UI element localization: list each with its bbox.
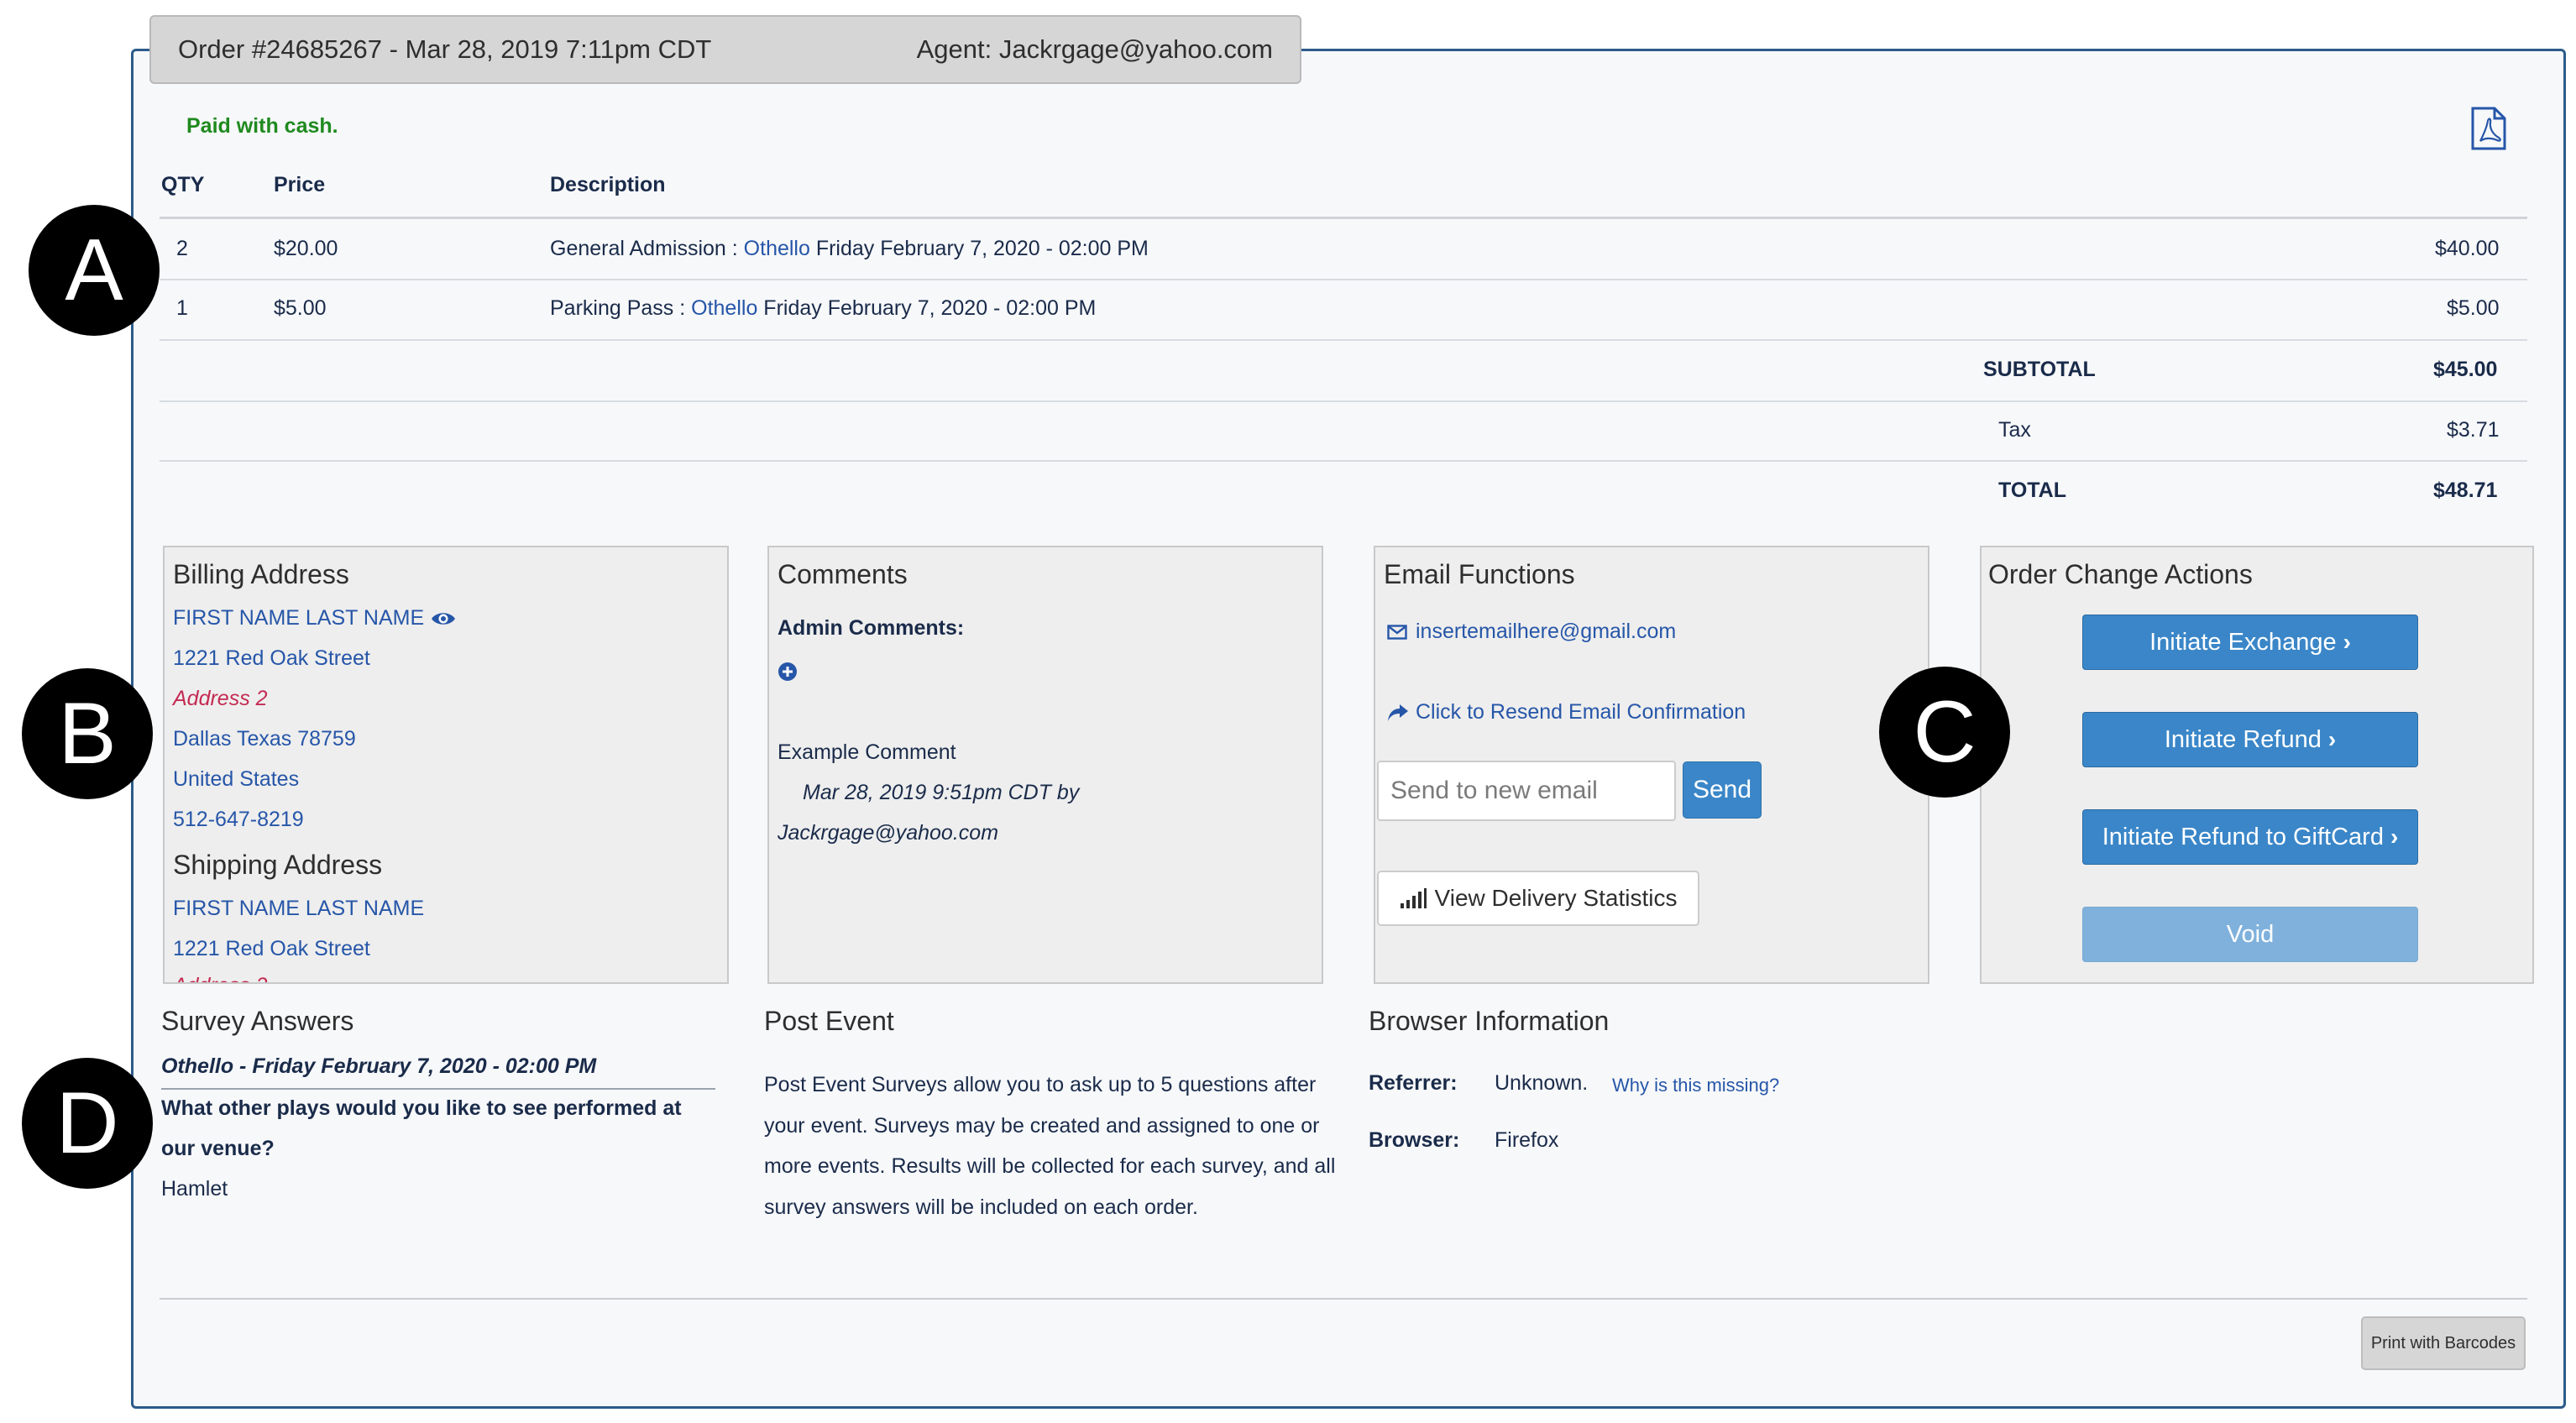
exchange-label: Initiate Exchange [2149,628,2337,656]
survey-event: Othello - Friday February 7, 2020 - 02:0… [161,1054,597,1078]
billing-address2: Address 2 [173,687,268,710]
marker-a: A [29,205,160,336]
view-delivery-statistics-button[interactable]: View Delivery Statistics [1377,871,1699,926]
billing-title: Billing Address [173,559,349,589]
shipping-title: Shipping Address [173,850,383,880]
row2-price: $5.00 [274,296,327,320]
void-label: Void [2226,920,2275,948]
divider [160,400,2527,402]
comments-box: Comments Admin Comments: Example Comment… [767,546,1323,984]
chevron-right-icon: › [2327,726,2337,752]
order-header: Order #24685267 - Mar 28, 2019 7:11pm CD… [149,15,1301,84]
initiate-refund-giftcard-button[interactable]: Initiate Refund to GiftCard › [2082,809,2418,865]
tax-label: Tax [1998,418,2031,442]
resend-label[interactable]: Click to Resend Email Confirmation [1416,700,1746,725]
shipping-street: 1221 Red Oak Street [173,937,370,960]
pdf-file-icon[interactable] [2470,106,2507,151]
row2-qty: 1 [176,296,188,320]
survey-question-line2: our venue? [161,1137,275,1160]
plus-circle-icon[interactable] [778,662,798,682]
referrer-value: Unknown. [1495,1071,1589,1095]
send-button[interactable]: Send [1683,761,1762,819]
subtotal-value: $45.00 [2433,358,2498,381]
signal-bars-icon [1400,888,1427,908]
billing-name-text[interactable]: FIRST NAME LAST NAME [173,606,424,630]
why-missing-link[interactable]: Why is this missing? [1612,1075,1779,1096]
billing-phone: 512-647-8219 [173,808,304,831]
eye-icon[interactable] [431,610,456,627]
col-price-header: Price [274,173,326,196]
email-functions-title: Email Functions [1384,559,1575,589]
envelope-icon [1387,624,1407,640]
row2-item-type: Parking Pass : [550,296,692,320]
total-value: $48.71 [2433,479,2498,502]
marker-b: B [22,668,153,799]
row1-item-type: General Admission : [550,237,744,260]
billing-country: United States [173,767,300,791]
divider [160,339,2527,341]
browser-label: Browser: [1369,1128,1460,1152]
tax-value: $3.71 [2447,418,2500,442]
chevron-right-icon: › [2343,629,2351,655]
referrer-label: Referrer: [1369,1071,1458,1095]
row1-description: General Admission : Othello Friday Febru… [550,237,1149,261]
comment-author: Jackrgage@yahoo.com [778,821,999,845]
marker-d: D [22,1058,153,1189]
divider [160,279,2527,280]
post-event-title: Post Event [764,1006,894,1036]
chevron-right-icon: › [2390,824,2399,850]
row1-event-date: Friday February 7, 2020 - 02:00 PM [809,237,1149,260]
initiate-refund-button[interactable]: Initiate Refund › [2082,712,2418,767]
new-email-input[interactable] [1377,761,1676,821]
billing-street: 1221 Red Oak Street [173,646,370,670]
print-with-barcodes-button[interactable]: Print with Barcodes [2361,1316,2526,1370]
initiate-exchange-button[interactable]: Initiate Exchange › [2082,615,2418,670]
divider [160,217,2527,219]
marker-c: C [1879,667,2010,798]
divider [160,1298,2527,1300]
row1-qty: 2 [176,237,188,260]
shipping-name: FIRST NAME LAST NAME [173,897,425,920]
billing-city: Dallas Texas 78759 [173,727,356,751]
total-label: TOTAL [1998,479,2067,502]
browser-information-title: Browser Information [1369,1006,1610,1036]
col-qty-header: QTY [161,173,205,196]
refund-giftcard-label: Initiate Refund to GiftCard [2102,823,2384,850]
survey-answer: Hamlet [161,1177,228,1201]
post-event-description: Post Event Surveys allow you to ask up t… [764,1073,1336,1219]
void-button[interactable]: Void [2082,907,2418,962]
survey-answers-title: Survey Answers [161,1006,354,1036]
row2-total: $5.00 [2447,296,2500,320]
survey-question-line1: What other plays would you like to see p… [161,1096,682,1120]
order-change-actions-title: Order Change Actions [1988,559,2253,589]
shipping-address2: Address 2 [173,974,268,982]
row2-event-date: Friday February 7, 2020 - 02:00 PM [757,296,1097,320]
admin-comments-label: Admin Comments: [778,616,965,640]
stats-label: View Delivery Statistics [1434,885,1678,911]
payment-status: Paid with cash. [186,114,338,138]
row2-description: Parking Pass : Othello Friday February 7… [550,296,1096,321]
billing-name[interactable]: FIRST NAME LAST NAME [173,606,456,630]
divider [161,1088,715,1090]
col-description-header: Description [550,173,666,196]
billing-address-box: Billing Address FIRST NAME LAST NAME 122… [163,546,729,984]
share-arrow-icon [1388,704,1408,721]
subtotal-label: SUBTOTAL [1983,358,2096,381]
row1-price: $20.00 [274,237,338,260]
resend-confirmation-link[interactable]: Click to Resend Email Confirmation [1387,700,1746,725]
row1-total: $40.00 [2435,237,2500,260]
order-title: Order #24685267 - Mar 28, 2019 7:11pm CD… [178,34,712,64]
agent-label: Agent: Jackrgage@yahoo.com [916,34,1273,64]
row1-event-link[interactable]: Othello [744,237,810,260]
refund-label: Initiate Refund [2164,725,2322,753]
comment-text: Example Comment [778,740,956,764]
divider [160,460,2527,462]
browser-value: Firefox [1495,1128,1559,1152]
comments-title: Comments [778,559,908,589]
comment-meta: Mar 28, 2019 9:51pm CDT by [803,781,1080,804]
customer-email[interactable]: insertemailhere@gmail.com [1416,620,1676,644]
row2-event-link[interactable]: Othello [691,296,757,320]
customer-email-link[interactable]: insertemailhere@gmail.com [1387,620,1676,644]
